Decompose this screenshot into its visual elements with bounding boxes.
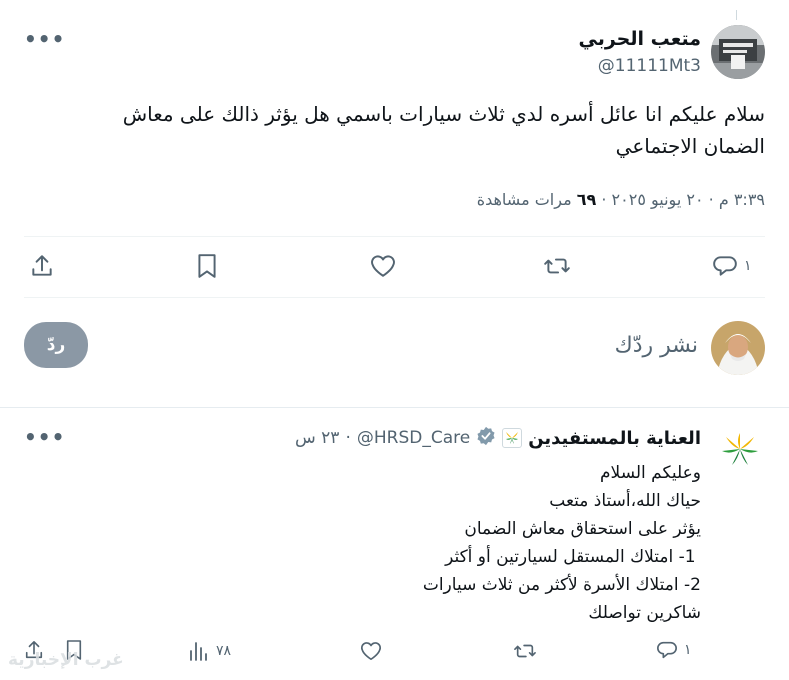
reply-more-options-button[interactable]: •••: [24, 427, 65, 447]
tweet-text-line-2: الضمان الاجتماعي: [615, 134, 765, 158]
more-horizontal-icon: •••: [24, 425, 66, 449]
reply-retweet-button[interactable]: [513, 640, 537, 662]
reply-author-avatar[interactable]: [716, 427, 764, 475]
retweet-icon: [513, 640, 537, 662]
top-divider-tick: [736, 10, 737, 20]
tweet-meta: ٣:٣٩ م · ٢٠ يونيو ٢٠٢٥ · ٦٩ مرات مشاهدة: [477, 190, 765, 209]
reply-author-handle[interactable]: @HRSD_Care: [357, 428, 470, 448]
retweet-icon: [543, 253, 571, 279]
tweet-text-line-1: سلام عليكم انا عائل أسره لدي ثلاث سيارات…: [122, 102, 765, 126]
speech-bubble-icon: [712, 253, 738, 279]
reply-action[interactable]: ١: [712, 253, 772, 281]
share-upload-icon: [30, 253, 54, 279]
reply-text-line: 2- امتلاك الأسرة لأكثر من ثلاث سيارات: [422, 575, 701, 595]
heart-icon: [360, 641, 382, 661]
reply-input[interactable]: نشر ردّك: [615, 333, 698, 358]
reply-reply-action[interactable]: ١: [656, 639, 716, 663]
reply-like-button[interactable]: [360, 641, 382, 661]
more-options-button[interactable]: •••: [24, 29, 65, 49]
author-handle[interactable]: @11111Mt3: [598, 56, 701, 76]
bar-chart-icon: [188, 640, 208, 662]
reply-text-line: 1- امتلاك المستقل لسيارتين أو أكثر: [445, 547, 701, 567]
share-button[interactable]: [30, 253, 54, 279]
more-horizontal-icon: •••: [24, 27, 66, 51]
reply-separator: ·: [345, 428, 351, 448]
meta-separator: ·: [708, 190, 714, 209]
reply-header: العناية بالمستفيدين @HRSD_Care · ٢٣ س: [295, 426, 701, 450]
author-avatar[interactable]: [711, 25, 765, 79]
reply-text-line: وعليكم السلام: [600, 463, 701, 483]
heart-icon: [370, 254, 396, 278]
views-label: مرات مشاهدة: [476, 190, 572, 209]
tweet-text: سلام عليكم انا عائل أسره لدي ثلاث سيارات…: [25, 98, 765, 162]
views-count: ٦٩: [576, 190, 597, 209]
reply-text: وعليكم السلام حياك الله،أستاذ متعب يؤثر …: [101, 459, 701, 627]
watermark: غرب الإخبارية: [8, 650, 124, 670]
tweet-time[interactable]: ٣:٣٩ م: [719, 190, 765, 209]
retweet-button[interactable]: [543, 253, 571, 279]
divider: [24, 236, 765, 237]
reply-author-emblem-icon: [502, 428, 523, 448]
reply-views-count: ٧٨: [216, 643, 232, 659]
divider: [0, 407, 789, 408]
reply-time[interactable]: ٢٣ س: [295, 428, 339, 448]
bookmark-icon: [196, 253, 218, 279]
reply-text-line: شاكرين تواصلك: [588, 603, 701, 623]
divider: [24, 297, 765, 298]
tweet-date[interactable]: ٢٠ يونيو ٢٠٢٥: [612, 190, 704, 209]
reply-text-line: حياك الله،أستاذ متعب: [549, 491, 701, 511]
bookmark-button[interactable]: [196, 253, 218, 279]
like-button[interactable]: [370, 254, 396, 278]
reply-reply-count: ١: [684, 642, 692, 658]
reply-text-line: يؤثر على استحقاق معاش الضمان: [464, 519, 701, 539]
reply-submit-button[interactable]: ردّ: [24, 322, 88, 368]
reply-author-name[interactable]: العناية بالمستفيدين: [528, 428, 701, 449]
reply-views-action[interactable]: ٧٨: [188, 640, 248, 664]
meta-separator: ·: [601, 190, 607, 209]
reply-count: ١: [744, 258, 752, 274]
verified-badge-icon: [476, 426, 496, 450]
speech-bubble-icon: [656, 639, 678, 661]
current-user-avatar[interactable]: [711, 321, 765, 375]
author-name[interactable]: متعب الحربي: [579, 28, 702, 50]
